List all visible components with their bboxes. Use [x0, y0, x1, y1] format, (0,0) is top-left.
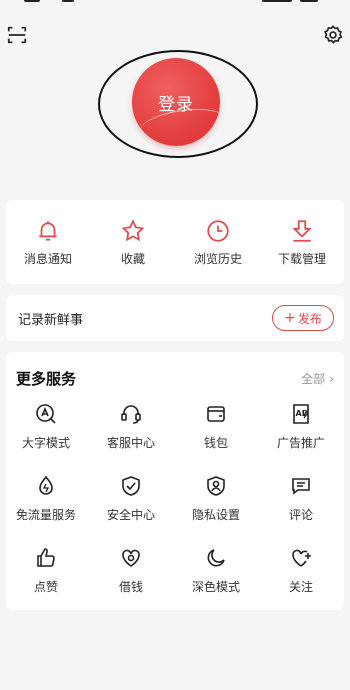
service-security-center[interactable]: 安全中心	[91, 474, 171, 523]
quick-item-label: 消息通知	[23, 252, 72, 266]
download-icon	[292, 220, 312, 242]
star-icon	[121, 219, 145, 242]
service-font-size[interactable]: 大字模式	[6, 402, 86, 451]
service-label: 安全中心	[106, 508, 155, 522]
quick-item-label: 收藏	[120, 252, 145, 266]
quick-item-favorites[interactable]: 收藏	[97, 218, 169, 267]
plus-icon: +	[284, 310, 296, 326]
quick-item-label: 浏览历史	[193, 252, 242, 266]
gear-icon[interactable]	[322, 24, 344, 46]
service-label: 隐私设置	[191, 508, 240, 522]
scan-icon[interactable]	[6, 24, 28, 46]
service-customer-center[interactable]: 客服中心	[91, 402, 171, 451]
service-label: 借钱	[118, 580, 143, 594]
shield-check-icon	[122, 476, 140, 496]
login-area: 登录	[98, 50, 258, 158]
service-likes[interactable]: 点赞	[6, 546, 86, 595]
service-label: 关注	[288, 580, 313, 594]
moon-icon	[207, 549, 225, 567]
service-label: 免流量服务	[15, 508, 76, 522]
service-privacy[interactable]: 隐私设置	[176, 474, 256, 523]
thumbs-up-icon	[37, 548, 55, 567]
headset-icon	[121, 405, 141, 424]
service-comments[interactable]: 评论	[261, 474, 341, 523]
chevron-right-icon: ›	[329, 372, 334, 386]
service-loan[interactable]: 借钱	[91, 546, 171, 595]
services-all-label: 全部	[301, 372, 326, 386]
quick-item-notifications[interactable]: 消息通知	[12, 218, 84, 267]
service-label: 钱包	[203, 436, 228, 450]
service-wallet[interactable]: 钱包	[176, 402, 256, 451]
font-size-icon	[36, 404, 56, 424]
wallet-icon	[207, 406, 225, 422]
services-title: 更多服务	[16, 370, 77, 388]
login-label: 登录	[158, 94, 194, 115]
status-bar	[0, 0, 350, 6]
heart-plus-icon	[292, 549, 311, 567]
login-button[interactable]: 登录	[132, 58, 220, 146]
comment-icon	[292, 478, 310, 495]
publish-button[interactable]: + 发布	[272, 305, 334, 331]
service-label: 大字模式	[21, 436, 70, 450]
publish-label: 发布	[297, 311, 322, 326]
quick-item-downloads[interactable]: 下载管理	[266, 218, 338, 267]
service-dark-mode[interactable]: 深色模式	[176, 546, 256, 595]
quick-item-history[interactable]: 浏览历史	[182, 218, 254, 267]
svg-text:AD: AD	[296, 409, 309, 418]
service-ad-promotion[interactable]: AD 广告推广	[261, 402, 341, 451]
service-label: 客服中心	[106, 436, 155, 450]
droplet-icon	[39, 475, 53, 495]
post-card[interactable]: 记录新鲜事 + 发布	[6, 295, 344, 341]
privacy-icon	[207, 476, 225, 496]
quick-item-label: 下载管理	[277, 252, 326, 266]
post-title: 记录新鲜事	[18, 313, 84, 328]
service-label: 广告推广	[276, 436, 325, 450]
service-follow[interactable]: 关注	[261, 546, 341, 595]
clock-icon	[207, 220, 229, 242]
service-label: 评论	[288, 508, 313, 522]
bell-icon	[39, 221, 57, 241]
quick-actions-card: 消息通知 收藏 浏览历史 下载管理	[6, 200, 344, 284]
top-bar	[0, 22, 350, 50]
ad-icon: AD	[293, 404, 309, 424]
services-card: 更多服务 全部 › 大字模式 客服中心 钱包 AD 广告推广 免流量服务 安全中…	[6, 352, 344, 610]
service-label: 点赞	[33, 580, 58, 594]
loan-icon	[122, 549, 140, 567]
service-free-data[interactable]: 免流量服务	[6, 474, 86, 523]
services-all-link[interactable]: 全部 ›	[301, 370, 334, 387]
service-label: 深色模式	[191, 580, 240, 594]
